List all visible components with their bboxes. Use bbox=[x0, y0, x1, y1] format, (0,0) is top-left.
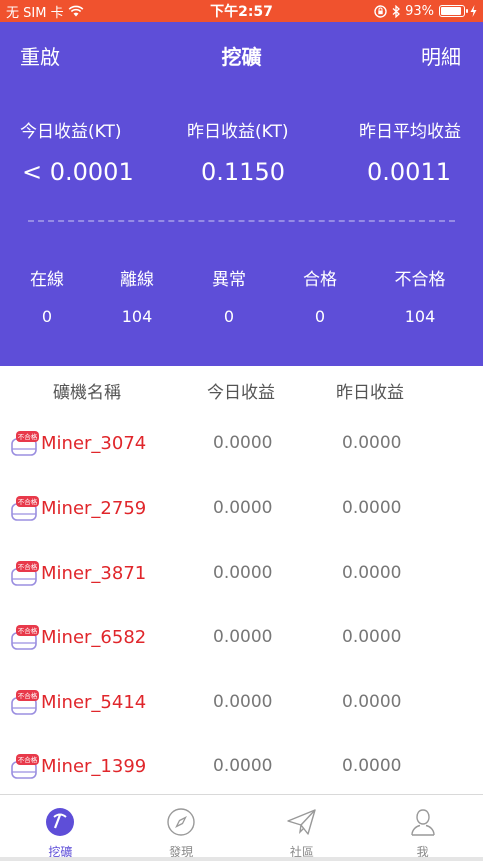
miner-device-icon: 不合格 bbox=[11, 754, 39, 779]
miner-today-earnings: 0.0000 bbox=[213, 692, 273, 712]
miner-yesterday-earnings: 0.0000 bbox=[342, 498, 402, 518]
status-right: 93% bbox=[374, 4, 477, 19]
online-label: 在線 bbox=[30, 270, 64, 290]
unqualified-badge: 不合格 bbox=[18, 497, 38, 506]
offline-count: 104 bbox=[121, 307, 153, 326]
paper-plane-icon bbox=[287, 809, 316, 835]
qualified-label: 合格 bbox=[303, 270, 337, 290]
miner-device-icon: 不合格 bbox=[11, 496, 39, 521]
yesterday-earnings-value: 0.1150 bbox=[201, 158, 285, 186]
header-today-earnings: 今日收益 bbox=[207, 383, 275, 403]
miner-name: Miner_3074 bbox=[41, 433, 147, 454]
qualified-count: 0 bbox=[314, 307, 326, 326]
offline-label: 離線 bbox=[120, 270, 154, 290]
miner-today-earnings: 0.0000 bbox=[213, 756, 273, 776]
miner-table-header: 礦機名稱 今日收益 昨日收益 bbox=[0, 378, 483, 403]
miner-row[interactable]: 不合格 Miner_3871 0.0000 0.0000 bbox=[0, 551, 483, 616]
today-earnings-value: < 0.0001 bbox=[22, 158, 134, 186]
miner-today-earnings: 0.0000 bbox=[213, 498, 273, 518]
unqualified-count: 104 bbox=[404, 307, 436, 326]
miner-row[interactable]: 不合格 Miner_3074 0.0000 0.0000 bbox=[0, 421, 483, 486]
miner-yesterday-earnings: 0.0000 bbox=[342, 433, 402, 453]
miner-yesterday-earnings: 0.0000 bbox=[342, 692, 402, 712]
yesterday-average-value: 0.0011 bbox=[367, 158, 451, 186]
mining-summary-panel: 重啟 挖礦 明細 今日收益(KT) 昨日收益(KT) 昨日平均收益 < 0.00… bbox=[0, 22, 483, 366]
tab-me[interactable]: 我 bbox=[362, 795, 483, 861]
tab-mining[interactable]: 挖礦 bbox=[0, 795, 121, 861]
bluetooth-icon bbox=[392, 4, 401, 18]
miner-row[interactable]: 不合格 Miner_6582 0.0000 0.0000 bbox=[0, 615, 483, 680]
miner-device-icon: 不合格 bbox=[11, 690, 39, 715]
miner-name: Miner_1399 bbox=[41, 756, 147, 777]
miner-row[interactable]: 不合格 Miner_5414 0.0000 0.0000 bbox=[0, 680, 483, 745]
unqualified-badge: 不合格 bbox=[18, 626, 38, 635]
unqualified-badge: 不合格 bbox=[18, 432, 38, 441]
battery-fill bbox=[441, 7, 462, 15]
miner-device-icon: 不合格 bbox=[11, 625, 39, 650]
tab-discover[interactable]: 發現 bbox=[121, 795, 242, 861]
miner-name: Miner_2759 bbox=[41, 498, 147, 519]
yesterday-average-label: 昨日平均收益 bbox=[359, 122, 461, 142]
miner-yesterday-earnings: 0.0000 bbox=[342, 756, 402, 776]
miner-name: Miner_3871 bbox=[41, 563, 147, 584]
abnormal-label: 異常 bbox=[212, 270, 246, 290]
pickaxe-icon bbox=[46, 808, 75, 836]
today-earnings-label: 今日收益(KT) bbox=[20, 122, 122, 142]
charging-icon bbox=[470, 5, 477, 17]
miner-today-earnings: 0.0000 bbox=[213, 627, 273, 647]
abnormal-count: 0 bbox=[223, 307, 235, 326]
tab-community[interactable]: 社區 bbox=[242, 795, 363, 861]
battery-percent: 93% bbox=[405, 3, 434, 19]
yesterday-earnings-label: 昨日收益(KT) bbox=[187, 122, 289, 142]
unqualified-badge: 不合格 bbox=[18, 562, 38, 571]
miner-row[interactable]: 不合格 Miner_2759 0.0000 0.0000 bbox=[0, 486, 483, 551]
user-icon bbox=[410, 809, 435, 836]
nav-bar: 重啟 挖礦 明細 bbox=[0, 22, 483, 84]
battery-icon bbox=[439, 5, 468, 17]
miner-yesterday-earnings: 0.0000 bbox=[342, 563, 402, 583]
status-left: 无 SIM 卡 bbox=[6, 2, 84, 21]
wifi-icon bbox=[68, 5, 83, 17]
unqualified-badge: 不合格 bbox=[18, 691, 38, 700]
miner-device-icon: 不合格 bbox=[11, 431, 39, 456]
unqualified-badge: 不合格 bbox=[18, 755, 38, 764]
miner-name: Miner_6582 bbox=[41, 627, 147, 648]
page-title: 挖礦 bbox=[221, 45, 262, 69]
rotation-lock-icon bbox=[374, 4, 387, 18]
online-count: 0 bbox=[41, 307, 53, 326]
header-miner-name: 礦機名稱 bbox=[53, 383, 121, 403]
miner-today-earnings: 0.0000 bbox=[213, 433, 273, 453]
divider bbox=[28, 220, 455, 222]
status-bar: 无 SIM 卡 下午2:57 93% bbox=[0, 0, 483, 22]
compass-icon bbox=[167, 808, 195, 836]
miner-today-earnings: 0.0000 bbox=[213, 563, 273, 583]
header-yesterday-earnings: 昨日收益 bbox=[336, 383, 404, 403]
miner-name: Miner_5414 bbox=[41, 692, 147, 713]
miner-yesterday-earnings: 0.0000 bbox=[342, 627, 402, 647]
miner-device-icon: 不合格 bbox=[11, 561, 39, 586]
details-button[interactable]: 明細 bbox=[421, 41, 461, 70]
tab-bar: 挖礦 發現 社區 我 bbox=[0, 794, 483, 861]
home-indicator-strip bbox=[0, 857, 483, 861]
carrier-text: 无 SIM 卡 bbox=[6, 5, 64, 21]
unqualified-label: 不合格 bbox=[394, 270, 446, 290]
